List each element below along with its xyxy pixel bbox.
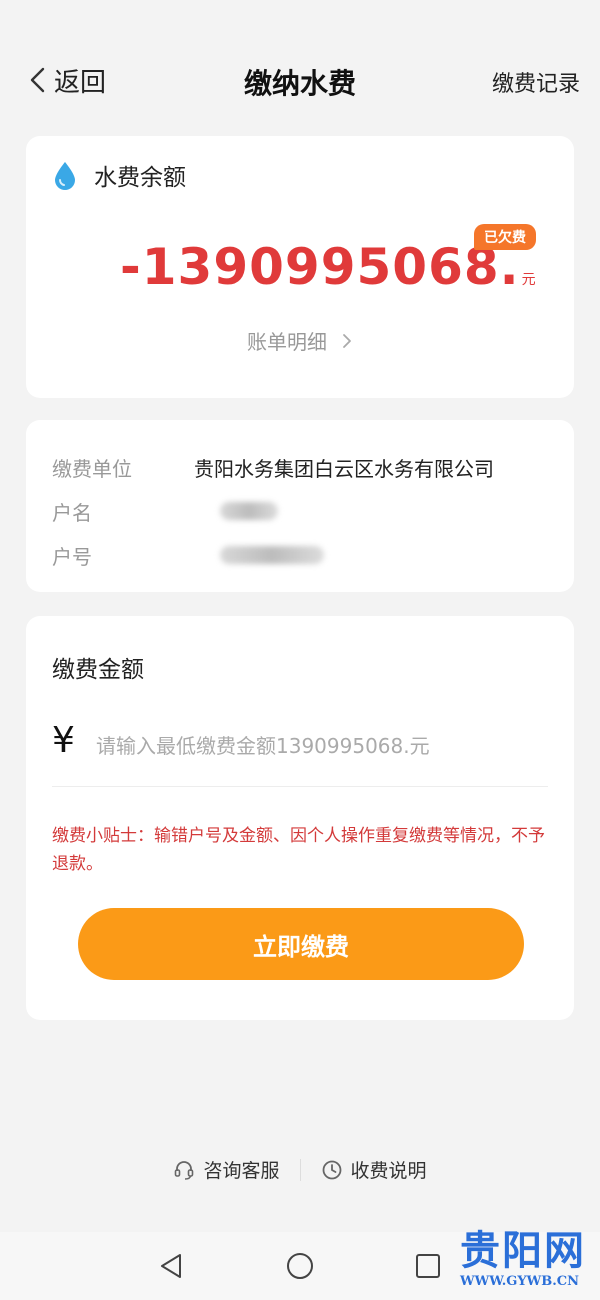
clock-icon [322,1160,341,1179]
balance-amount-value: -1390995068. [120,238,520,296]
account-number-label: 户号 [52,544,92,569]
square-recents-icon [416,1254,440,1278]
footer-separator [299,1158,301,1181]
balance-header: 水费余额 [52,158,186,192]
water-drop-icon [55,162,75,190]
info-row-account-name: 户名 [52,496,558,526]
chevron-right-icon [343,333,351,348]
redacted-account-number [220,546,324,564]
headset-icon [175,1160,194,1180]
payment-records-link[interactable]: 缴费记录 [492,66,580,98]
top-bar: 返回 缴纳水费 缴费记录 [0,48,600,112]
divider [52,786,548,787]
account-info-card: 缴费单位 贵阳水务集团白云区水务有限公司 户名 户号 [26,420,574,592]
bill-detail-label: 账单明细 [247,330,327,354]
customer-service-label: 咨询客服 [203,1160,280,1182]
footer-links: 咨询客服 收费说明 [0,1156,600,1183]
balance-amount-unit: 元 [521,272,536,288]
pay-now-button[interactable]: 立即缴费 [78,908,524,980]
bill-detail-link[interactable]: 账单明细 [26,326,574,355]
fee-explanation-label: 收费说明 [350,1160,427,1182]
info-row-payee: 缴费单位 贵阳水务集团白云区水务有限公司 [52,452,558,482]
account-name-label: 户名 [52,500,92,525]
nav-back-button[interactable] [156,1250,188,1282]
balance-card: 水费余额 -1390995068. 元 已欠费 账单明细 [26,136,574,398]
payment-tips: 缴费小贴士：输错户号及金额、因个人操作重复缴费等情况，不予退款。 [52,826,545,874]
watermark-logo: 贵阳网 [460,1227,586,1274]
payment-amount-input[interactable] [96,726,546,766]
fee-explanation-link[interactable]: 收费说明 [321,1156,427,1183]
nav-recents-button[interactable] [412,1250,444,1282]
watermark: 贵阳网 WWW.GYWB.CN [460,1228,596,1298]
payment-card: 缴费金额 ¥ 缴费小贴士：输错户号及金额、因个人操作重复缴费等情况，不予退款。 … [26,616,574,1020]
overdue-badge: 已欠费 [474,224,536,250]
info-row-account-number: 户号 [52,540,558,570]
currency-symbol: ¥ [52,720,75,761]
nav-home-button[interactable] [284,1250,316,1282]
triangle-back-icon [161,1254,181,1278]
payee-value: 贵阳水务集团白云区水务有限公司 [194,456,494,481]
redacted-account-name [220,502,278,520]
app-screen: 返回 缴纳水费 缴费记录 水费余额 -1390995068. 元 已欠费 账单明… [0,0,600,1300]
balance-title: 水费余额 [94,165,186,191]
payment-amount-title: 缴费金额 [52,657,144,683]
payee-label: 缴费单位 [52,456,132,481]
customer-service-link[interactable]: 咨询客服 [173,1156,280,1183]
circle-home-icon [287,1253,313,1279]
watermark-url: WWW.GYWB.CN [460,1274,580,1289]
